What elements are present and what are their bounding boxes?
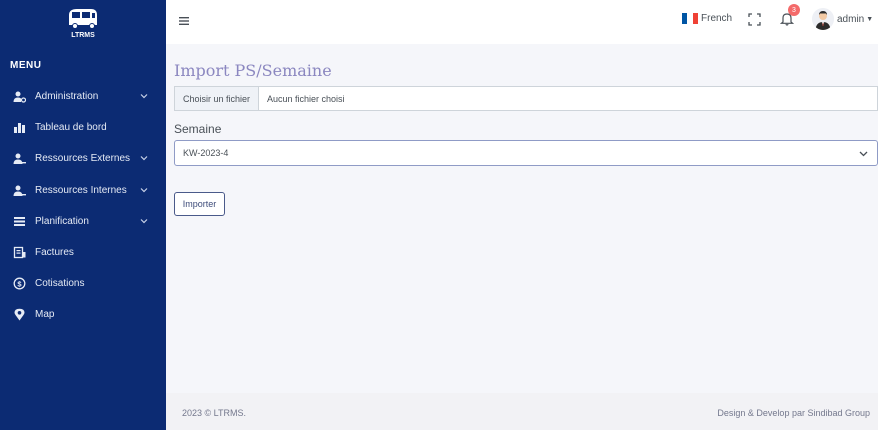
sidebar-item-ressources-externes[interactable]: Ressources Externes [0,144,166,172]
sidebar-item-label: Administration [35,90,99,102]
sidebar-item-label: Ressources Internes [35,184,127,196]
sidebar-item-administration[interactable]: Administration [0,82,166,110]
svg-text:LTRMS: LTRMS [71,32,95,39]
choose-file-button[interactable]: Choisir un fichier [175,87,259,110]
week-label: Semaine [174,122,222,136]
svg-text:$: $ [17,279,22,288]
user-menu[interactable]: admin ▼ [812,8,873,30]
chevron-down-icon [859,151,868,157]
brand-logo[interactable]: LTRMS [0,0,166,44]
user-name: admin [837,13,865,25]
chevron-down-icon [140,94,148,99]
sidebar-item-tableau-de-bord[interactable]: Tableau de bord [0,113,166,141]
avatar [812,8,834,30]
user-minus-icon [13,152,26,165]
footer: 2023 © LTRMS. Design & Develop par Sindi… [166,393,878,430]
users-cog-icon [13,90,26,103]
dollar-circle-icon: $ [13,277,26,290]
sidebar-item-map[interactable]: Map [0,300,166,328]
footer-credit: Design & Develop par Sindibad Group [717,408,870,418]
page-title: Import PS/Semaine [174,61,332,80]
notification-badge: 3 [788,4,800,16]
week-select[interactable]: KW-2023-4 [174,140,878,166]
week-select-value: KW-2023-4 [183,148,229,158]
chevron-down-icon [140,219,148,224]
bar-chart-icon [13,121,26,134]
sidebar-item-planification[interactable]: Planification [0,207,166,235]
import-button[interactable]: Importer [174,192,225,216]
menu-title: MENU [10,60,42,71]
language-selector[interactable]: French [682,13,732,24]
sidebar-item-label: Tableau de bord [35,121,107,133]
sidebar-item-label: Planification [35,215,89,227]
sidebar: LTRMS MENU Administration Tableau de bor… [0,0,166,430]
sidebar-item-label: Ressources Externes [35,152,131,164]
sidebar-item-cotisations[interactable]: $ Cotisations [0,269,166,297]
menu-toggle-icon[interactable] [178,14,190,26]
invoice-icon [13,246,26,259]
sidebar-item-label: Cotisations [35,277,85,289]
chevron-down-icon [140,188,148,193]
list-icon [13,215,26,228]
chevron-down-icon: ▼ [866,15,874,23]
file-status: Aucun fichier choisi [267,93,345,104]
user-minus-icon [13,184,26,197]
language-label: French [701,13,733,24]
map-pin-icon [13,308,26,321]
fullscreen-icon[interactable] [748,13,761,26]
sidebar-item-label: Factures [35,246,74,258]
bus-logo-icon: LTRMS [69,9,97,39]
sidebar-item-label: Map [35,308,55,320]
file-input[interactable]: Choisir un fichier Aucun fichier choisi [174,86,878,111]
topbar: French 3 admin ▼ [166,0,878,44]
sidebar-item-ressources-internes[interactable]: Ressources Internes [0,176,166,204]
sidebar-item-factures[interactable]: Factures [0,238,166,266]
french-flag-icon [682,13,698,24]
chevron-down-icon [140,156,148,161]
footer-copyright: 2023 © LTRMS. [182,408,246,418]
